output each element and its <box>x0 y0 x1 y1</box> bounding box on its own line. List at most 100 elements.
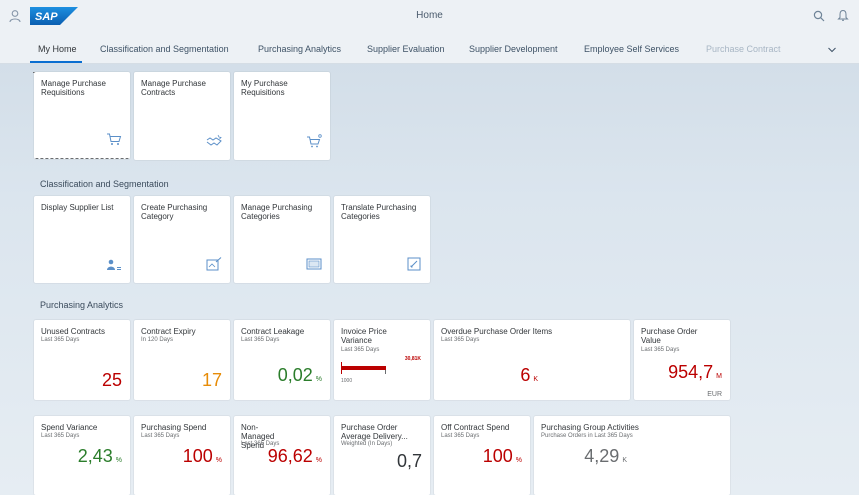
kpi-number: 25 <box>101 370 122 390</box>
kpi-unit: % <box>315 457 322 464</box>
tab-supplier-development[interactable]: Supplier Development <box>469 44 558 54</box>
kpi-value: 17 <box>202 370 222 390</box>
supplier-list-icon <box>107 259 121 270</box>
tile-title: Purchase Order Value <box>641 327 698 345</box>
kpi-value: 0,7 <box>397 451 422 471</box>
tile-spend-variance[interactable]: Spend Variance Last 365 Days 2,43% <box>34 416 130 495</box>
shell-bar: SAP Home <box>0 0 859 34</box>
tile-purchasing-group-activities[interactable]: Purchasing Group Activities Purchase Ord… <box>534 416 730 495</box>
kpi-number: 100 <box>182 446 213 466</box>
tile-title: Display Supplier List <box>41 203 114 212</box>
section-title-classification: Classification and Segmentation <box>40 179 169 189</box>
tile-title: Manage Purchase Requisitions <box>41 79 106 97</box>
tile-title: Translate Purchasing Categories <box>341 203 417 221</box>
tile-unused-contracts[interactable]: Unused Contracts Last 365 Days 25 <box>34 320 130 400</box>
kpi-unit: % <box>315 376 322 383</box>
kpi-currency: EUR <box>707 391 722 398</box>
tile-subtitle: Last 365 Days <box>41 337 80 343</box>
cart-icon <box>307 134 322 148</box>
tile-create-purchasing-category[interactable]: Create Purchasing Category <box>134 196 230 283</box>
tile-subtitle: Last 365 Days <box>141 433 180 439</box>
bullet-chart-bar <box>341 366 386 370</box>
tile-title: Invoice Price Variance <box>341 327 387 345</box>
tile-translate-purchasing-categories[interactable]: Translate Purchasing Categories <box>334 196 430 283</box>
cart-icon <box>107 133 122 145</box>
kpi-unit: % <box>215 457 222 464</box>
tile-purchase-order-value[interactable]: Purchase Order Value Last 365 Days 954,7… <box>634 320 730 400</box>
tile-title: Contract Leakage <box>241 327 305 336</box>
tile-title: Spend Variance <box>41 423 98 432</box>
tile-manage-purchase-contracts[interactable]: Manage Purchase Contracts <box>134 72 230 160</box>
translate-icon <box>407 257 421 271</box>
tile-purchasing-spend[interactable]: Purchasing Spend Last 365 Days 100% <box>134 416 230 495</box>
kpi-unit: K <box>533 376 538 383</box>
tile-subtitle: Weighted (In Days) <box>341 441 393 447</box>
tile-title: Create Purchasing Category <box>141 203 208 221</box>
tile-title: Overdue Purchase Order Items <box>441 327 553 336</box>
bullet-chart-start-tick <box>341 362 342 374</box>
tile-subtitle: Last 365 Days <box>41 433 80 439</box>
tile-contract-expiry[interactable]: Contract Expiry In 120 Days 17 <box>134 320 230 400</box>
kpi-number: 96,62 <box>267 446 313 466</box>
kpi-number: 954,7 <box>668 362 714 382</box>
bullet-chart: 30,81K 1000 <box>341 356 423 390</box>
tile-po-average-delivery[interactable]: Purchase Order Average Delivery... Weigh… <box>334 416 430 495</box>
kpi-value: 96,62% <box>268 446 322 471</box>
tile-subtitle: Last 365 Days <box>441 433 480 439</box>
bell-icon[interactable] <box>837 9 849 22</box>
kpi-number: 6 <box>520 365 531 385</box>
tile-subtitle: Last 365 Days <box>641 347 680 353</box>
anchor-navigation-bar: My Home Classification and Segmentation … <box>0 34 859 64</box>
tile-non-managed-spend[interactable]: Non-Managed Spend Last 365 Days 96,62% <box>234 416 330 495</box>
chevron-down-icon[interactable] <box>827 45 837 55</box>
tile-title: My Purchase Requisitions <box>241 79 288 97</box>
tab-employee-self-services[interactable]: Employee Self Services <box>584 44 679 54</box>
tile-off-contract-spend[interactable]: Off Contract Spend Last 365 Days 100% <box>434 416 530 495</box>
tile-subtitle: Last 365 Days <box>241 337 280 343</box>
tile-my-purchase-requisitions[interactable]: My Purchase Requisitions <box>234 72 330 160</box>
tile-display-supplier-list[interactable]: Display Supplier List <box>34 196 130 283</box>
tab-my-home[interactable]: My Home <box>38 44 77 54</box>
bullet-chart-min-label: 1000 <box>341 378 353 384</box>
tile-invoice-price-variance[interactable]: Invoice Price Variance Last 365 Days 30,… <box>334 320 430 400</box>
kpi-number: 2,43 <box>77 446 113 466</box>
tile-title: Unused Contracts <box>41 327 106 336</box>
bullet-chart-value-label: 30,81K <box>404 356 421 362</box>
tile-title: Off Contract Spend <box>441 423 510 432</box>
page-title: Home <box>416 10 443 21</box>
handshake-icon <box>206 134 222 146</box>
tile-title: Purchasing Group Activities <box>541 423 639 432</box>
tab-classification-segmentation[interactable]: Classification and Segmentation <box>100 44 229 54</box>
tile-manage-purchase-requisitions[interactable]: Manage Purchase Requisitions <box>34 72 130 159</box>
tile-overdue-po-items[interactable]: Overdue Purchase Order Items Last 365 Da… <box>434 320 630 400</box>
kpi-number: 4,29 <box>584 446 620 466</box>
kpi-value: 2,43% <box>78 446 122 471</box>
kpi-unit: % <box>115 457 122 464</box>
kpi-value: 25 <box>102 370 122 390</box>
kpi-value: 4,29 K <box>584 446 627 471</box>
section-title-purchasing-analytics: Purchasing Analytics <box>40 300 124 310</box>
tab-purchasing-analytics[interactable]: Purchasing Analytics <box>258 44 341 54</box>
tab-purchase-contract[interactable]: Purchase Contract <box>706 44 781 54</box>
kpi-value: 100% <box>183 446 222 471</box>
kpi-unit: K <box>622 457 627 464</box>
tile-subtitle: Last 365 Days <box>341 347 380 353</box>
active-tab-indicator <box>30 61 82 63</box>
tile-manage-purchasing-categories[interactable]: Manage Purchasing Categories <box>234 196 330 283</box>
kpi-unit: M <box>716 373 722 380</box>
tile-subtitle: Purchase Orders in Last 365 Days <box>541 433 633 439</box>
tab-supplier-evaluation[interactable]: Supplier Evaluation <box>367 44 445 54</box>
category-manage-icon <box>306 258 322 270</box>
kpi-number: 0,02 <box>277 365 313 385</box>
tile-contract-leakage[interactable]: Contract Leakage Last 365 Days 0,02% <box>234 320 330 400</box>
kpi-value: 954,7 M <box>668 362 722 387</box>
tile-title: Manage Purchase Contracts <box>141 79 206 97</box>
tile-title: Purchase Order Average Delivery... <box>341 423 408 441</box>
kpi-number: 100 <box>482 446 513 466</box>
tile-subtitle: Last 365 Days <box>441 337 480 343</box>
tile-title: Manage Purchasing Categories <box>241 203 313 221</box>
kpi-value: 100% <box>483 446 522 471</box>
kpi-number: 0,7 <box>396 451 422 471</box>
search-icon[interactable] <box>813 10 825 22</box>
kpi-number: 17 <box>201 370 222 390</box>
